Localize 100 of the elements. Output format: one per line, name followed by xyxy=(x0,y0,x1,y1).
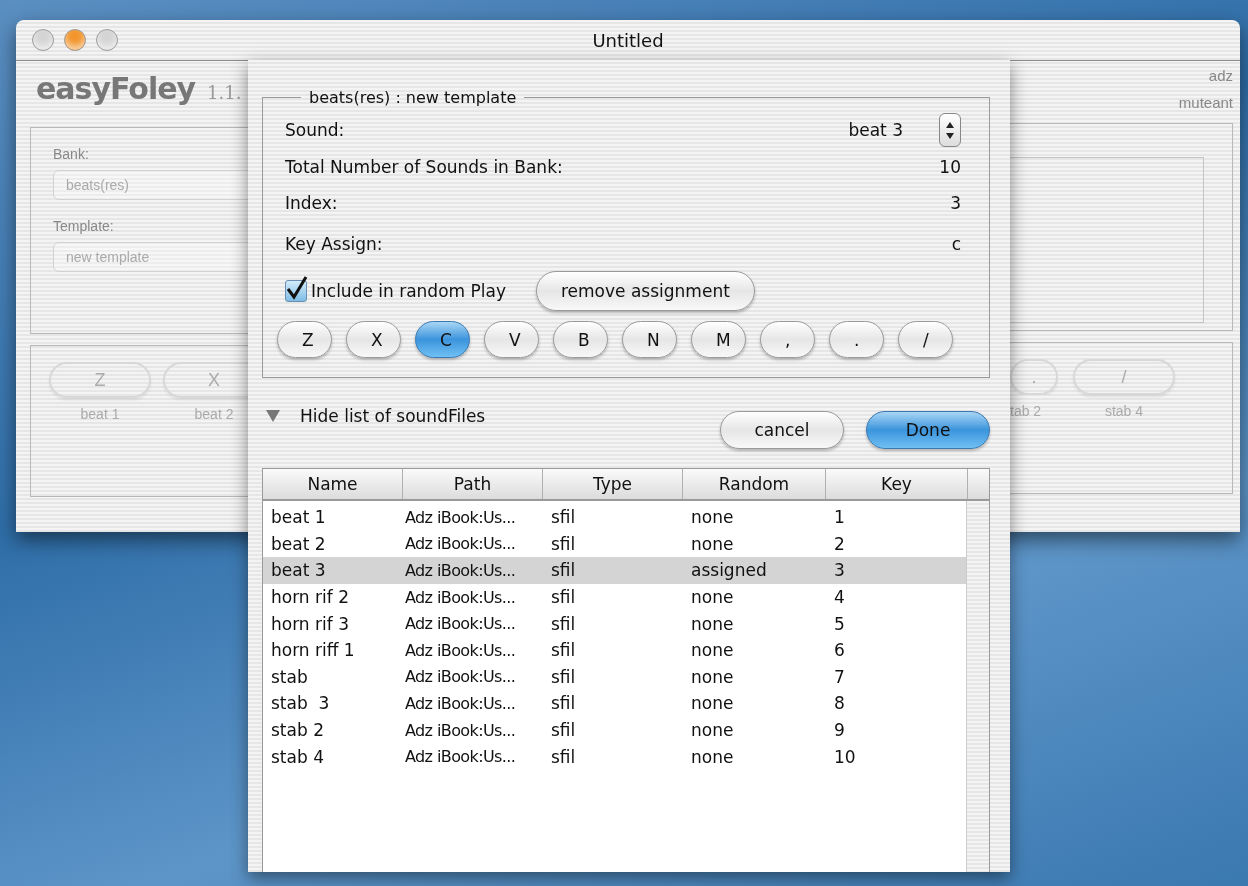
table-cell-text: horn riff 1 xyxy=(270,640,356,661)
table-cell-text: Adz iBook:Us... xyxy=(404,587,517,607)
checkbox-label: Include in random Play xyxy=(311,281,506,301)
table-cell-text: sfil xyxy=(550,746,577,767)
table-row[interactable]: beat 3 Adz iBook:Us... sfil assigned 3 xyxy=(263,557,966,584)
table-cell-text: stab xyxy=(270,666,309,687)
field-value: beat 3 xyxy=(848,120,903,140)
table-row[interactable]: horn rif 2 Adz iBook:Us... sfil none 4 xyxy=(263,583,966,611)
table-cell-text: Adz iBook:Us... xyxy=(404,667,517,687)
table-cell-text: sfil xyxy=(550,640,577,661)
table-cell-text: none xyxy=(690,746,735,767)
table-cell-text: assigned xyxy=(690,560,768,581)
up-arrow-icon xyxy=(946,121,954,128)
table-row[interactable]: stab 4 Adz iBook:Us... sfil none 10 xyxy=(263,743,966,770)
table-cell-text: Adz iBook:Us... xyxy=(404,693,517,713)
column-header[interactable]: Path xyxy=(403,469,543,499)
column-header[interactable]: Type xyxy=(543,469,683,499)
table-row[interactable]: horn riff 1 Adz iBook:Us... sfil none 6 xyxy=(263,636,966,664)
table-cell-text: 3 xyxy=(833,560,846,581)
table-cell-text: stab 3 xyxy=(270,693,331,714)
sound-label: beat 1 xyxy=(80,406,120,422)
table-cell-text: 9 xyxy=(833,720,846,741)
letter-key[interactable]: Z xyxy=(277,321,332,358)
letter-key[interactable]: C xyxy=(415,321,470,358)
table-row[interactable]: stab Adz iBook:Us... sfil none 7 xyxy=(263,663,966,691)
field-value: 10 xyxy=(939,157,961,177)
field-label: Total Number of Sounds in Bank: xyxy=(285,157,563,177)
window-control-button[interactable] xyxy=(64,29,86,51)
bank-label: Bank: xyxy=(53,146,90,162)
disclosure-toggle[interactable]: Hide list of soundFiles xyxy=(262,406,486,440)
table-cell-text: beat 2 xyxy=(270,533,327,554)
table-cell-text: sfil xyxy=(550,720,577,741)
column-header[interactable]: Name xyxy=(263,469,403,499)
letter-key[interactable]: / xyxy=(898,321,953,358)
table-cell-text: none xyxy=(690,587,735,608)
table-row[interactable]: stab 2 Adz iBook:Us... sfil none 9 xyxy=(263,716,966,744)
window-control-button[interactable] xyxy=(96,29,118,51)
table-cell-text: 2 xyxy=(833,533,846,554)
table-cell-text: none xyxy=(690,666,735,687)
table-row[interactable]: beat 2 Adz iBook:Us... sfil none 2 xyxy=(263,530,966,558)
cancel-button[interactable]: cancel xyxy=(720,411,844,449)
table-row[interactable]: beat 1 Adz iBook:Us... sfil none 1 xyxy=(263,504,966,531)
remove-assignment-button[interactable]: remove assignment xyxy=(536,271,755,311)
table-cell-text: 5 xyxy=(833,613,846,634)
sound-label: stab 4 xyxy=(1104,403,1144,419)
table-cell-text: Adz iBook:Us... xyxy=(404,747,517,767)
table-cell-text: stab 4 xyxy=(270,746,325,767)
table-cell-text: Adz iBook:Us... xyxy=(404,561,517,580)
table-cell-text: Adz iBook:Us... xyxy=(404,640,517,660)
table-cell-text: 4 xyxy=(833,587,846,608)
table-cell-text: sfil xyxy=(550,587,577,608)
letter-key[interactable]: V xyxy=(484,321,539,358)
table-cell-text: Adz iBook:Us... xyxy=(404,534,517,554)
column-header[interactable]: Key xyxy=(826,469,968,499)
table-cell-text: none xyxy=(690,507,735,528)
table-cell-text: sfil xyxy=(550,507,577,528)
field-value: c xyxy=(951,234,961,254)
letter-key[interactable]: . xyxy=(829,321,884,358)
user-label: adz xyxy=(1207,66,1233,84)
letter-key[interactable]: , xyxy=(760,321,815,358)
column-header[interactable]: Random xyxy=(683,469,826,499)
window-control-button[interactable] xyxy=(32,29,54,51)
letter-key[interactable]: M xyxy=(691,321,746,358)
done-button[interactable]: Done xyxy=(866,411,990,449)
table-cell-text: Adz iBook:Us... xyxy=(404,507,517,527)
table-cell-text: none xyxy=(690,640,735,661)
table-cell-text: beat 3 xyxy=(270,560,327,581)
table-cell-text: none xyxy=(690,533,735,554)
table-cell-text: none xyxy=(690,613,735,634)
table-cell-text: horn rif 2 xyxy=(270,587,350,608)
table-cell-text: 8 xyxy=(833,693,846,714)
table-cell-text: sfil xyxy=(550,533,577,554)
table-cell-text: beat 1 xyxy=(270,507,327,528)
table-cell-text: 10 xyxy=(833,746,857,767)
table-cell-text: none xyxy=(690,693,735,714)
triangle-icon xyxy=(266,410,280,422)
table-cell-text: 7 xyxy=(833,666,846,687)
table-cell-text: Adz iBook:Us... xyxy=(404,720,517,740)
table-cell-text: 6 xyxy=(833,640,846,661)
group-label: muteant xyxy=(1177,93,1233,111)
table-cell-text: stab 2 xyxy=(270,720,325,741)
template-label: Template: xyxy=(53,218,115,234)
table-cell-text: sfil xyxy=(550,666,577,687)
letter-key[interactable]: N xyxy=(622,321,677,358)
stepper-control[interactable] xyxy=(939,113,961,147)
table-cell-text: sfil xyxy=(550,693,577,714)
table-row[interactable]: stab 3 Adz iBook:Us... sfil none 8 xyxy=(263,690,966,717)
table-cell-text: 1 xyxy=(833,507,846,528)
letter-key[interactable]: B xyxy=(553,321,608,358)
down-arrow-icon xyxy=(946,132,954,139)
table-cell-text: sfil xyxy=(550,560,577,581)
group-title: beats(res) : new template xyxy=(308,88,518,107)
version-label: 1.1. xyxy=(207,82,242,103)
field-label: Key Assign: xyxy=(285,234,383,254)
table-cell-text: none xyxy=(690,720,735,741)
field-label: Sound: xyxy=(285,120,345,140)
sound-label: beat 2 xyxy=(194,406,234,422)
table-row[interactable]: horn rif 3 Adz iBook:Us... sfil none 5 xyxy=(263,610,966,637)
letter-key[interactable]: X xyxy=(346,321,401,358)
field-value: 3 xyxy=(950,193,961,213)
